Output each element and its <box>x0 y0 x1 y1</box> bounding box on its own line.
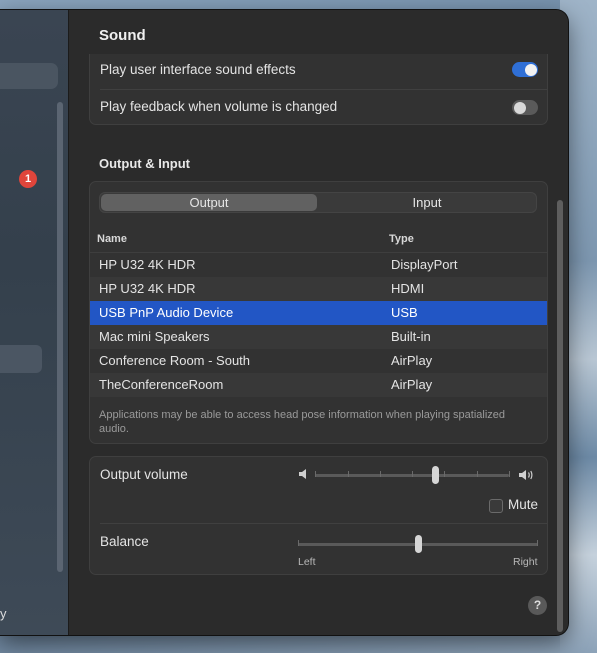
spatial-audio-note: Applications may be able to access head … <box>99 409 506 435</box>
device-type: AirPlay <box>391 353 433 368</box>
ui-sound-effects-toggle[interactable] <box>512 62 538 77</box>
balance-left-label: Left <box>298 556 316 568</box>
table-row[interactable]: HP U32 4K HDR DisplayPort <box>90 253 547 277</box>
section-title-output-input: Output & Input <box>99 156 190 171</box>
page-title: Sound <box>99 27 146 44</box>
sidebar-item-label[interactable]: y <box>0 606 7 621</box>
speaker-low-icon <box>299 469 306 479</box>
sidebar-search-field[interactable] <box>0 63 58 89</box>
device-type: AirPlay <box>391 377 433 392</box>
device-type: DisplayPort <box>391 257 458 272</box>
device-type: Built-in <box>391 329 431 344</box>
toggle-knob <box>524 63 537 76</box>
volume-tick <box>348 471 349 477</box>
main-scrollbar[interactable] <box>557 200 563 632</box>
sidebar-item-selected[interactable] <box>0 345 42 373</box>
device-name: USB PnP Audio Device <box>99 305 234 320</box>
output-volume-label: Output volume <box>100 467 188 482</box>
table-row[interactable]: TheConferenceRoom AirPlay <box>90 373 547 397</box>
volume-tick <box>444 471 445 477</box>
balance-slider-thumb[interactable] <box>414 535 422 553</box>
column-header-type[interactable]: Type <box>389 233 414 245</box>
help-button[interactable]: ? <box>528 596 547 615</box>
sound-effects-card: Play user interface sound effects Play f… <box>89 54 548 125</box>
table-row[interactable]: Mac mini Speakers Built-in <box>90 325 547 349</box>
volume-feedback-label: Play feedback when volume is changed <box>100 99 338 114</box>
system-settings-window: 1 y Sound Play user interface sound effe… <box>0 10 568 635</box>
ui-sound-effects-label: Play user interface sound effects <box>100 62 296 77</box>
device-name: TheConferenceRoom <box>99 377 224 392</box>
volume-tick <box>380 471 381 477</box>
sidebar: 1 y <box>0 10 69 635</box>
device-name: HP U32 4K HDR <box>99 281 196 296</box>
volume-tick <box>412 471 413 477</box>
device-name: Mac mini Speakers <box>99 329 210 344</box>
volume-tick <box>509 471 510 477</box>
mute-label: Mute <box>508 497 539 512</box>
device-type: USB <box>391 305 418 320</box>
balance-right-label: Right <box>513 556 538 568</box>
balance-label: Balance <box>100 534 149 549</box>
output-input-card: Output Input Name Type HP U32 4K HDR Dis… <box>89 181 548 444</box>
volume-slider-thumb[interactable] <box>431 466 439 484</box>
balance-tick <box>537 540 538 546</box>
volume-tick <box>315 471 316 477</box>
tab-input[interactable]: Input <box>319 194 535 211</box>
output-input-segmented-control: Output Input <box>99 192 537 213</box>
volume-feedback-toggle[interactable] <box>512 100 538 115</box>
column-header-name[interactable]: Name <box>97 233 127 245</box>
volume-balance-card: Output volume Mute Balance Left Right <box>89 456 548 575</box>
balance-tick <box>298 540 299 546</box>
tab-output[interactable]: Output <box>101 194 317 211</box>
table-row-selected[interactable]: USB PnP Audio Device USB <box>90 301 547 325</box>
divider <box>100 523 547 524</box>
device-type: HDMI <box>391 281 425 296</box>
table-row[interactable]: HP U32 4K HDR HDMI <box>90 277 547 301</box>
device-table-header: Name Type <box>90 225 547 253</box>
sidebar-scrollbar[interactable] <box>57 102 63 572</box>
sound-pane: Sound Play user interface sound effects … <box>69 10 568 635</box>
divider <box>100 89 547 90</box>
toggle-knob <box>513 101 526 114</box>
mute-checkbox[interactable] <box>489 499 503 513</box>
table-row[interactable]: Conference Room - South AirPlay <box>90 349 547 373</box>
notification-badge: 1 <box>19 170 37 188</box>
speaker-high-icon <box>519 470 533 480</box>
device-name: HP U32 4K HDR <box>99 257 196 272</box>
device-name: Conference Room - South <box>99 353 251 368</box>
volume-tick <box>477 471 478 477</box>
